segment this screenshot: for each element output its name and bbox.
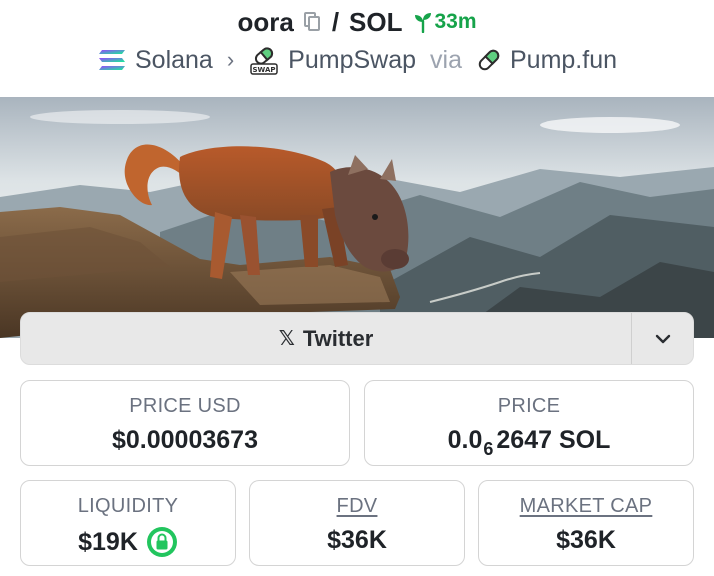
liquidity-value-row: $19K bbox=[21, 526, 235, 558]
price-usd-card: PRICE USD $0.00003673 bbox=[20, 380, 350, 466]
chevron-down-icon bbox=[655, 334, 670, 343]
market-cap-label[interactable]: MARKET CAP bbox=[479, 495, 693, 518]
pumpswap-icon: SWAP bbox=[250, 47, 278, 75]
price-usd-value: $0.00003673 bbox=[112, 426, 258, 454]
price-native-digits: 2647 SOL bbox=[496, 426, 611, 454]
liquidity-value: $19K bbox=[78, 527, 138, 556]
pair-separator: / bbox=[331, 6, 340, 37]
price-native-zero-count: 6 bbox=[483, 439, 494, 459]
sprout-icon bbox=[414, 13, 431, 33]
pair-age: 33m bbox=[413, 10, 477, 34]
twitter-button[interactable]: 𝕏 Twitter bbox=[21, 313, 631, 364]
fdv-label[interactable]: FDV bbox=[250, 495, 464, 518]
pill-icon bbox=[478, 49, 500, 71]
fdv-card[interactable]: FDV $36K bbox=[249, 480, 465, 566]
social-links-bar: 𝕏 Twitter bbox=[20, 312, 694, 365]
token-banner-image bbox=[0, 97, 714, 338]
via-label: via bbox=[430, 45, 462, 74]
market-cap-card[interactable]: MARKET CAP $36K bbox=[478, 480, 694, 566]
market-cap-value: $36K bbox=[556, 526, 616, 554]
fdv-value: $36K bbox=[327, 526, 387, 554]
chain-link[interactable]: Solana bbox=[135, 46, 213, 75]
lock-icon[interactable] bbox=[146, 526, 178, 558]
chevron-right-icon: › bbox=[226, 47, 235, 72]
price-native-card: PRICE 0.0 6 2647 SOL bbox=[364, 380, 694, 466]
expand-socials-button[interactable] bbox=[631, 313, 693, 364]
pumpswap-badge-text: SWAP bbox=[253, 66, 276, 74]
dex-link[interactable]: PumpSwap bbox=[288, 46, 416, 75]
solana-icon bbox=[98, 50, 125, 70]
launchpad-link[interactable]: Pump.fun bbox=[510, 46, 617, 75]
pair-title: oora / SOL 33m bbox=[0, 6, 714, 38]
liquidity-label: LIQUIDITY bbox=[77, 495, 179, 517]
price-native-prefix: 0.0 bbox=[447, 426, 483, 454]
twitter-label: Twitter bbox=[302, 325, 374, 351]
price-native-label: PRICE bbox=[497, 395, 561, 417]
x-icon: 𝕏 bbox=[278, 328, 295, 350]
banner-illustration bbox=[0, 97, 714, 338]
liquidity-card: LIQUIDITY $19K bbox=[20, 480, 236, 566]
breadcrumb: Solana › SWAP PumpSwap via Pump.fun bbox=[0, 43, 714, 77]
price-usd-label: PRICE USD bbox=[129, 395, 241, 417]
pair-age-value: 33m bbox=[434, 10, 477, 33]
quote-symbol: SOL bbox=[349, 6, 403, 37]
price-native-value: 0.0 6 2647 SOL bbox=[365, 426, 693, 459]
copy-icon[interactable] bbox=[302, 11, 322, 33]
token-name: oora bbox=[237, 6, 294, 37]
